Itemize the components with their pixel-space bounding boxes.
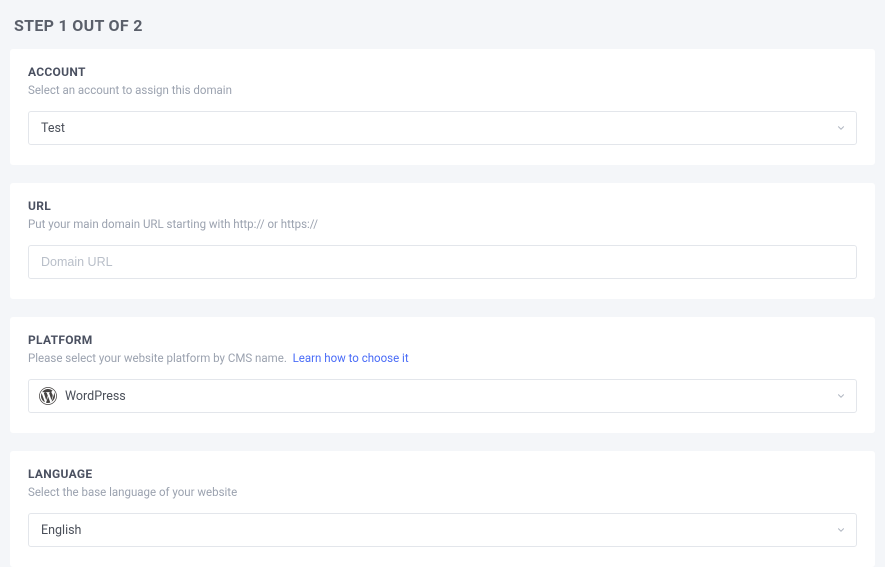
platform-selected-value: WordPress xyxy=(65,389,126,404)
url-help: Put your main domain URL starting with h… xyxy=(28,217,857,231)
wordpress-icon xyxy=(39,387,57,405)
url-card: URL Put your main domain URL starting wi… xyxy=(10,183,875,299)
platform-label: PLATFORM xyxy=(28,333,857,347)
chevron-down-icon xyxy=(836,123,846,133)
chevron-down-icon xyxy=(836,391,846,401)
account-help: Select an account to assign this domain xyxy=(28,83,857,97)
platform-card: PLATFORM Please select your website plat… xyxy=(10,317,875,433)
step-title: STEP 1 OUT OF 2 xyxy=(14,16,875,35)
url-label: URL xyxy=(28,199,857,213)
account-card: ACCOUNT Select an account to assign this… xyxy=(10,49,875,165)
platform-help: Please select your website platform by C… xyxy=(28,351,857,365)
platform-select[interactable]: WordPress xyxy=(28,379,857,413)
language-selected-value: English xyxy=(41,523,81,538)
language-card: LANGUAGE Select the base language of you… xyxy=(10,451,875,567)
language-help: Select the base language of your website xyxy=(28,485,857,499)
language-select[interactable]: English xyxy=(28,513,857,547)
language-label: LANGUAGE xyxy=(28,467,857,481)
account-selected-value: Test xyxy=(41,121,65,136)
platform-help-link[interactable]: Learn how to choose it xyxy=(293,351,409,365)
platform-help-text: Please select your website platform by C… xyxy=(28,351,287,365)
chevron-down-icon xyxy=(836,525,846,535)
account-select[interactable]: Test xyxy=(28,111,857,145)
account-label: ACCOUNT xyxy=(28,65,857,79)
url-input[interactable] xyxy=(28,245,857,279)
